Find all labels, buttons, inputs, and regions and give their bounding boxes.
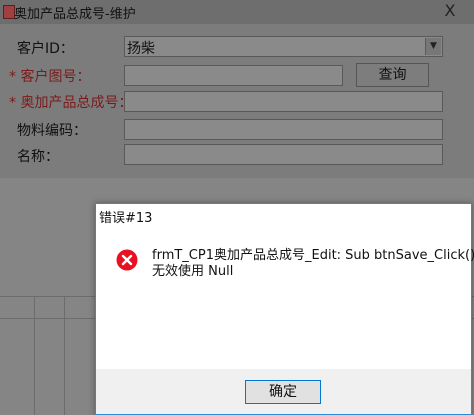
required-mark: *: [9, 69, 16, 85]
query-button[interactable]: 查询: [356, 63, 429, 87]
customer-id-value: 扬柴: [127, 41, 155, 57]
name-input[interactable]: [124, 144, 443, 165]
titlebar: 奥加产品总成号-维护 X: [0, 0, 474, 24]
material-code-label: 物料编码：: [17, 123, 87, 139]
window-title: 奥加产品总成号-维护: [14, 7, 136, 22]
dialog-message: frmT_CP1奥加产品总成号_Edit: Sub btnSave_Click(…: [152, 248, 474, 280]
name-label: 名称：: [17, 149, 59, 165]
dialog-footer: 确定: [96, 369, 471, 414]
message-line-2: 无效使用 Null: [152, 264, 234, 279]
material-code-input[interactable]: [124, 119, 443, 140]
message-line-1: frmT_CP1奥加产品总成号_Edit: Sub btnSave_Click(…: [152, 248, 474, 263]
grid-col-line: [34, 296, 35, 415]
error-dialog: 错误#13 frmT_CP1奥加产品总成号_Edit: Sub btnSave_…: [95, 203, 474, 415]
ok-button[interactable]: 确定: [245, 380, 321, 404]
required-mark: *: [9, 95, 16, 111]
customer-part-label-text: 客户图号：: [20, 69, 91, 85]
customer-part-input[interactable]: [124, 65, 343, 86]
customer-part-label: * 客户图号：: [9, 66, 90, 86]
error-icon: [116, 249, 138, 271]
close-button[interactable]: X: [437, 1, 463, 21]
grid-col-line: [64, 296, 65, 415]
assembly-no-label: * 奥加产品总成号：: [9, 92, 132, 112]
customer-id-label: 客户ID：: [17, 41, 74, 57]
dialog-title: 错误#13: [99, 211, 153, 226]
customer-id-combo[interactable]: 扬柴 ▼: [124, 36, 443, 57]
assembly-no-label-text: 奥加产品总成号：: [20, 95, 133, 111]
assembly-no-input[interactable]: [124, 91, 443, 112]
chevron-down-icon[interactable]: ▼: [425, 38, 441, 55]
